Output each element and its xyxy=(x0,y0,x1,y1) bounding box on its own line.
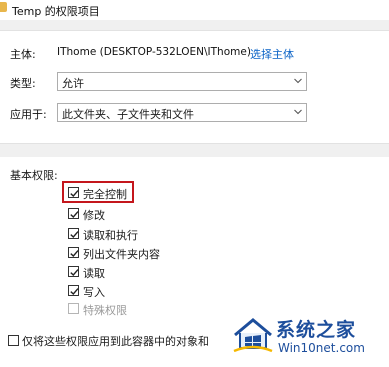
section-divider xyxy=(0,145,389,157)
permission-label: 读取 xyxy=(83,267,105,280)
type-select-value: 允许 xyxy=(62,77,84,90)
title-bar: Temp 的权限项目 xyxy=(0,0,389,20)
entry-panel: 主体: IThome (DESKTOP-532LOEN\IThome) 选择主体… xyxy=(0,30,389,144)
house-logo-icon xyxy=(233,318,273,353)
applies-to-select[interactable]: 此文件夹、子文件夹和文件 xyxy=(57,103,307,122)
permission-label: 写入 xyxy=(83,286,105,299)
checkmark-icon xyxy=(70,211,79,219)
permission-label: 修改 xyxy=(83,209,105,222)
chevron-down-icon xyxy=(294,78,302,84)
permission-label: 完全控制 xyxy=(83,188,127,201)
basic-permissions-heading: 基本权限: xyxy=(10,169,58,182)
principal-label: 主体: xyxy=(10,48,36,61)
apply-only-label: 仅将这些权限应用到此容器中的对象和 xyxy=(22,335,209,348)
principal-value: IThome (DESKTOP-532LOEN\IThome) xyxy=(57,46,251,58)
window-title: Temp 的权限项目 xyxy=(12,5,100,18)
chevron-down-icon xyxy=(294,109,302,115)
folder-icon xyxy=(0,2,7,12)
watermark-subtext: Win10net.com xyxy=(278,341,365,355)
apply-only-checkbox[interactable] xyxy=(8,335,19,346)
watermark-text: 系统之家 xyxy=(276,319,357,341)
checkmark-icon xyxy=(70,190,79,198)
list-folder-checkbox[interactable] xyxy=(68,247,79,258)
checkmark-icon xyxy=(70,269,79,277)
permission-label: 列出文件夹内容 xyxy=(83,248,160,261)
select-principal-link[interactable]: 选择主体 xyxy=(250,46,294,62)
special-permissions-checkbox xyxy=(68,303,79,314)
watermark: 系统之家 Win10net.com xyxy=(232,311,387,361)
type-select[interactable]: 允许 xyxy=(57,72,307,91)
permission-label: 读取和执行 xyxy=(83,229,138,242)
applies-to-select-value: 此文件夹、子文件夹和文件 xyxy=(62,108,194,121)
modify-checkbox[interactable] xyxy=(68,208,79,219)
permission-label: 特殊权限 xyxy=(83,304,127,317)
full-control-checkbox[interactable] xyxy=(68,187,79,198)
checkmark-icon xyxy=(70,250,79,258)
checkmark-icon xyxy=(70,288,79,296)
type-label: 类型: xyxy=(10,77,36,90)
checkmark-icon xyxy=(70,231,79,239)
read-checkbox[interactable] xyxy=(68,266,79,277)
applies-to-label: 应用于: xyxy=(10,108,47,121)
write-checkbox[interactable] xyxy=(68,285,79,296)
read-execute-checkbox[interactable] xyxy=(68,228,79,239)
